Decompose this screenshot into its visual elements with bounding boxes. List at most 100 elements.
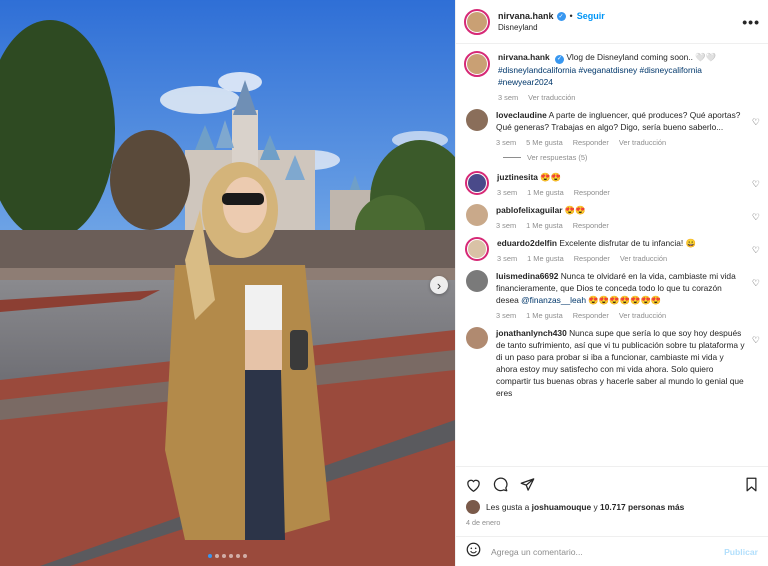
comment-text: Excelente disfrutar de tu infancia! 😀 xyxy=(559,237,696,248)
carousel-dot xyxy=(236,554,240,558)
commenter-avatar[interactable] xyxy=(466,269,488,292)
comment-likes[interactable]: 1 Me gusta xyxy=(527,188,564,197)
commenter-avatar-photo xyxy=(466,108,488,131)
carousel-dot xyxy=(208,554,212,558)
commenter-avatar[interactable] xyxy=(465,236,489,261)
comment-username[interactable]: pablofelixaguilar xyxy=(496,205,563,215)
comment-likes[interactable]: 1 Me gusta xyxy=(527,254,564,263)
verified-icon: ✓ xyxy=(556,11,566,21)
caption-translate-link[interactable]: Ver traducción xyxy=(528,93,575,102)
commenter-avatar[interactable] xyxy=(465,170,489,195)
verified-icon: ✓ xyxy=(555,54,564,64)
caption-avatar[interactable] xyxy=(464,51,490,77)
reply-button[interactable]: Responder xyxy=(574,254,610,263)
more-icon[interactable]: ••• xyxy=(742,14,760,30)
reply-button[interactable]: Responder xyxy=(573,311,609,320)
author-avatar[interactable] xyxy=(464,8,490,35)
caption-username[interactable]: nirvana.hank xyxy=(498,52,550,62)
comment-like-heart-icon[interactable]: ♡ xyxy=(752,335,760,346)
commenter-avatar-photo xyxy=(468,173,486,192)
post-date: 4 de enero xyxy=(466,518,501,527)
photo-illustration xyxy=(0,0,455,566)
caption-text: Vlog de Disneyland coming soon.. 🤍🤍 xyxy=(566,52,717,62)
comment-time: 3 sem xyxy=(497,253,518,263)
comment-text: Nunca supe que sería lo que soy hoy desp… xyxy=(496,327,745,398)
reply-button[interactable]: Responder xyxy=(573,138,609,147)
comment-like-heart-icon[interactable]: ♡ xyxy=(752,117,760,128)
comment-username[interactable]: loveclaudine xyxy=(496,110,547,120)
comment-time: 3 sem xyxy=(497,187,518,197)
comment-item: pablofelixaguilar 😍😍 3 sem 1 Me gusta Re… xyxy=(464,203,760,230)
likes-summary: Les gusta a joshuamouque y 10.717 person… xyxy=(466,500,758,514)
liked-by-user[interactable]: joshuamouque xyxy=(532,502,592,512)
publish-button[interactable]: Publicar xyxy=(724,547,758,557)
comment-username[interactable]: eduardo2delfin xyxy=(497,238,557,248)
comment-username[interactable]: jonathanlynch430 xyxy=(496,328,567,338)
carousel-dot xyxy=(222,554,226,558)
view-replies-label: Ver respuestas (5) xyxy=(527,152,588,162)
bookmark-icon[interactable] xyxy=(745,477,758,492)
post-side-panel: nirvana.hank ✓ • Seguir Disneyland ••• n… xyxy=(455,0,768,566)
commenter-avatar[interactable] xyxy=(466,326,488,349)
heart-icon[interactable] xyxy=(466,478,481,492)
carousel-dot xyxy=(215,554,219,558)
comment-like-heart-icon[interactable]: ♡ xyxy=(752,212,760,223)
likes-prefix: Les gusta a xyxy=(486,502,530,512)
comment-mention[interactable]: @finanzas__leah xyxy=(521,295,586,305)
comment-item: juztinesita 😍😍 3 sem 1 Me gusta Responde… xyxy=(464,170,760,197)
comment-item: loveclaudine A parte de ingluencer, qué … xyxy=(464,108,760,147)
comment-item: luismedina6692 Nunca te olvidaré en la v… xyxy=(464,269,760,320)
emoji-icon[interactable] xyxy=(466,542,481,562)
comment-emoji-tail: 😍😍😍😍😍😍😍 xyxy=(588,294,662,305)
view-replies-link[interactable]: Ver respuestas (5) xyxy=(503,153,760,162)
comment-icon[interactable] xyxy=(493,477,508,492)
commenter-avatar-photo xyxy=(466,269,488,292)
comment-like-heart-icon[interactable]: ♡ xyxy=(752,179,760,190)
comment-item: jonathanlynch430 Nunca supe que sería lo… xyxy=(464,326,760,399)
comment-like-heart-icon[interactable]: ♡ xyxy=(752,245,760,256)
post-header: nirvana.hank ✓ • Seguir Disneyland ••• xyxy=(456,0,768,44)
comment-time: 3 sem xyxy=(496,220,517,230)
comments-list[interactable]: nirvana.hank ✓ Vlog de Disneyland coming… xyxy=(456,45,768,465)
reply-button[interactable]: Responder xyxy=(573,221,609,230)
liker-avatar[interactable] xyxy=(466,500,480,514)
comment-like-heart-icon[interactable]: ♡ xyxy=(752,278,760,289)
caption-time: 3 sem xyxy=(498,92,519,102)
commenter-avatar[interactable] xyxy=(466,108,488,131)
caption: nirvana.hank ✓ Vlog de Disneyland coming… xyxy=(464,51,760,102)
author-username[interactable]: nirvana.hank xyxy=(498,11,554,21)
comment-emoji: 😍 xyxy=(564,204,576,215)
location-link[interactable]: Disneyland xyxy=(498,23,742,32)
translate-link[interactable]: Ver traducción xyxy=(619,311,666,320)
comment-emoji: 😍 xyxy=(540,171,551,182)
reply-button[interactable]: Responder xyxy=(574,188,610,197)
share-icon[interactable] xyxy=(520,477,535,492)
likes-conj: y xyxy=(593,502,598,512)
comment-likes[interactable]: 1 Me gusta xyxy=(526,221,563,230)
comment-username[interactable]: juztinesita xyxy=(497,172,538,182)
comment-time: 3 sem xyxy=(496,137,517,147)
comment-emoji: 😍 xyxy=(550,171,562,182)
post-photo[interactable]: › xyxy=(0,0,455,566)
translate-link[interactable]: Ver traducción xyxy=(619,138,666,147)
caption-hashtags[interactable]: #disneylandcalifornia #veganatdisney #di… xyxy=(498,65,702,87)
carousel-indicator xyxy=(0,554,455,558)
carousel-dot xyxy=(243,554,247,558)
action-bar xyxy=(456,466,768,502)
comment-likes[interactable]: 1 Me gusta xyxy=(526,311,563,320)
commenter-avatar-photo xyxy=(468,239,486,258)
carousel-dot xyxy=(229,554,233,558)
carousel-next-button[interactable]: › xyxy=(430,276,448,294)
comment-emoji: 😍 xyxy=(575,204,586,215)
comment-time: 3 sem xyxy=(496,310,517,320)
comment-username[interactable]: luismedina6692 xyxy=(496,271,558,281)
translate-link[interactable]: Ver traducción xyxy=(620,254,667,263)
commenter-avatar[interactable] xyxy=(466,203,488,226)
chevron-right-icon: › xyxy=(436,277,442,293)
add-comment-bar: Publicar xyxy=(456,536,768,566)
separator: • xyxy=(569,11,573,21)
likes-count[interactable]: 10.717 personas más xyxy=(600,502,684,512)
follow-button[interactable]: Seguir xyxy=(577,11,605,21)
comment-likes[interactable]: 5 Me gusta xyxy=(526,138,563,147)
comment-input[interactable] xyxy=(491,546,725,557)
